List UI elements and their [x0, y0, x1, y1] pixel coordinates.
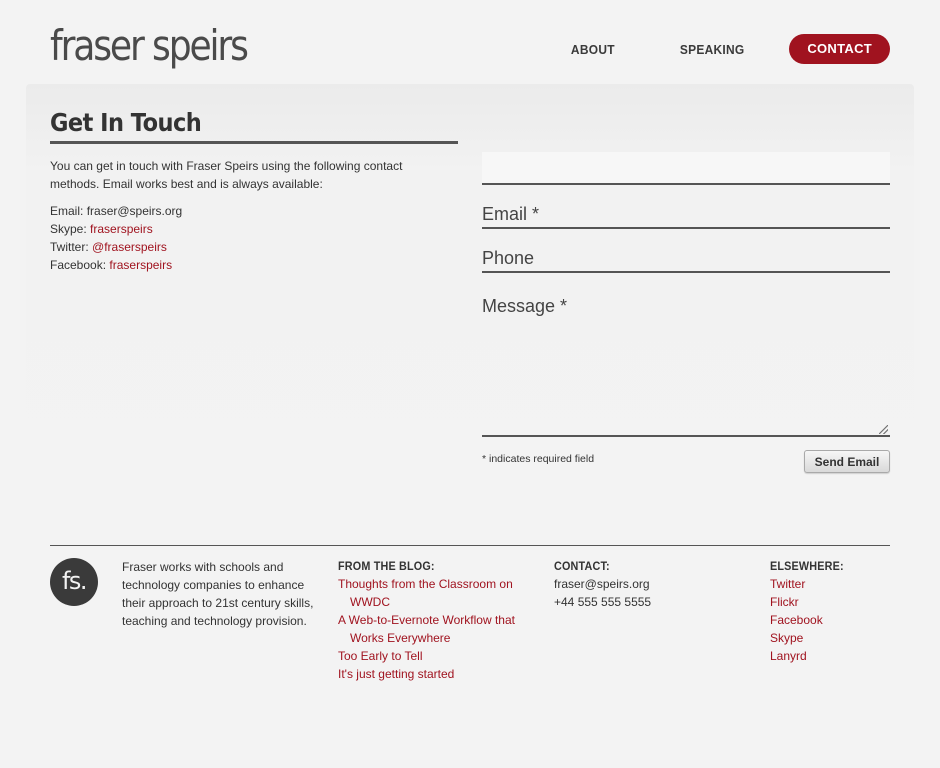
textarea-resize-handle[interactable] — [879, 425, 888, 434]
blog-link[interactable]: It's just getting started — [338, 665, 524, 683]
footer-contact-column: CONTACT: fraser@speirs.org +44 555 555 5… — [554, 557, 651, 611]
main-nav: ABOUT SPEAKING CONTACT — [509, 34, 890, 64]
footer-elsewhere-column: ELSEWHERE: Twitter Flickr Facebook Skype… — [770, 557, 852, 665]
email-value: fraser@speirs.org — [86, 204, 183, 218]
page-title: Get In Touch — [50, 108, 202, 137]
elsewhere-facebook-link[interactable]: Facebook — [770, 611, 852, 629]
elsewhere-flickr-link[interactable]: Flickr — [770, 593, 852, 611]
nav-speaking[interactable]: SPEAKING — [680, 42, 745, 57]
phone-field-underline — [482, 271, 890, 273]
contact-skype: Skype: fraserspeirs — [50, 220, 182, 238]
message-field[interactable] — [482, 325, 890, 435]
nav-about[interactable]: ABOUT — [571, 42, 615, 57]
skype-link[interactable]: fraserspeirs — [90, 222, 153, 236]
phone-field[interactable] — [482, 242, 890, 272]
message-field-underline — [482, 435, 890, 437]
contact-twitter: Twitter: @fraserspeirs — [50, 238, 182, 256]
elsewhere-twitter-link[interactable]: Twitter — [770, 575, 852, 593]
name-field[interactable] — [482, 152, 890, 184]
email-field-underline — [482, 227, 890, 229]
elsewhere-lanyrd-link[interactable]: Lanyrd — [770, 647, 852, 665]
twitter-label: Twitter: — [50, 240, 89, 254]
name-field-underline — [482, 183, 890, 185]
required-field-note: * indicates required field — [482, 453, 595, 465]
footer-phone: +44 555 555 5555 — [554, 595, 652, 609]
content-panel — [26, 84, 914, 504]
email-label: Email: — [50, 204, 84, 218]
facebook-label: Facebook: — [50, 258, 107, 272]
footer-logo: fs. — [50, 558, 98, 606]
elsewhere-skype-link[interactable]: Skype — [770, 629, 852, 647]
facebook-link[interactable]: fraserspeirs — [109, 258, 172, 272]
footer-divider — [50, 545, 890, 546]
contact-facebook: Facebook: fraserspeirs — [50, 256, 182, 274]
footer-about-text: Fraser works with schools and technology… — [122, 560, 314, 628]
title-divider — [50, 141, 458, 144]
email-field[interactable] — [482, 198, 890, 228]
twitter-link[interactable]: @fraserspeirs — [92, 240, 167, 254]
contact-methods: Email: fraser@speirs.org Skype: frasersp… — [50, 202, 182, 274]
site-logo[interactable]: fraser speirs — [50, 20, 249, 72]
blog-link[interactable]: Too Early to Tell — [338, 647, 524, 665]
footer-blog-column: FROM THE BLOG: Thoughts from the Classro… — [338, 557, 524, 683]
skype-label: Skype: — [50, 222, 87, 236]
contact-email: Email: fraser@speirs.org — [50, 202, 182, 220]
nav-contact[interactable]: CONTACT — [789, 34, 890, 64]
footer-email: fraser@speirs.org — [554, 577, 650, 591]
message-field-label: Message * — [482, 296, 568, 316]
elsewhere-heading: ELSEWHERE: — [770, 559, 844, 573]
contact-heading: CONTACT: — [554, 559, 610, 573]
send-email-button[interactable]: Send Email — [804, 450, 890, 473]
blog-link[interactable]: A Web-to-Evernote Workflow that Works Ev… — [338, 611, 524, 647]
blog-heading: FROM THE BLOG: — [338, 559, 435, 573]
intro-text: You can get in touch with Fraser Speirs … — [50, 159, 403, 191]
blog-link[interactable]: Thoughts from the Classroom on WWDC — [338, 575, 524, 611]
